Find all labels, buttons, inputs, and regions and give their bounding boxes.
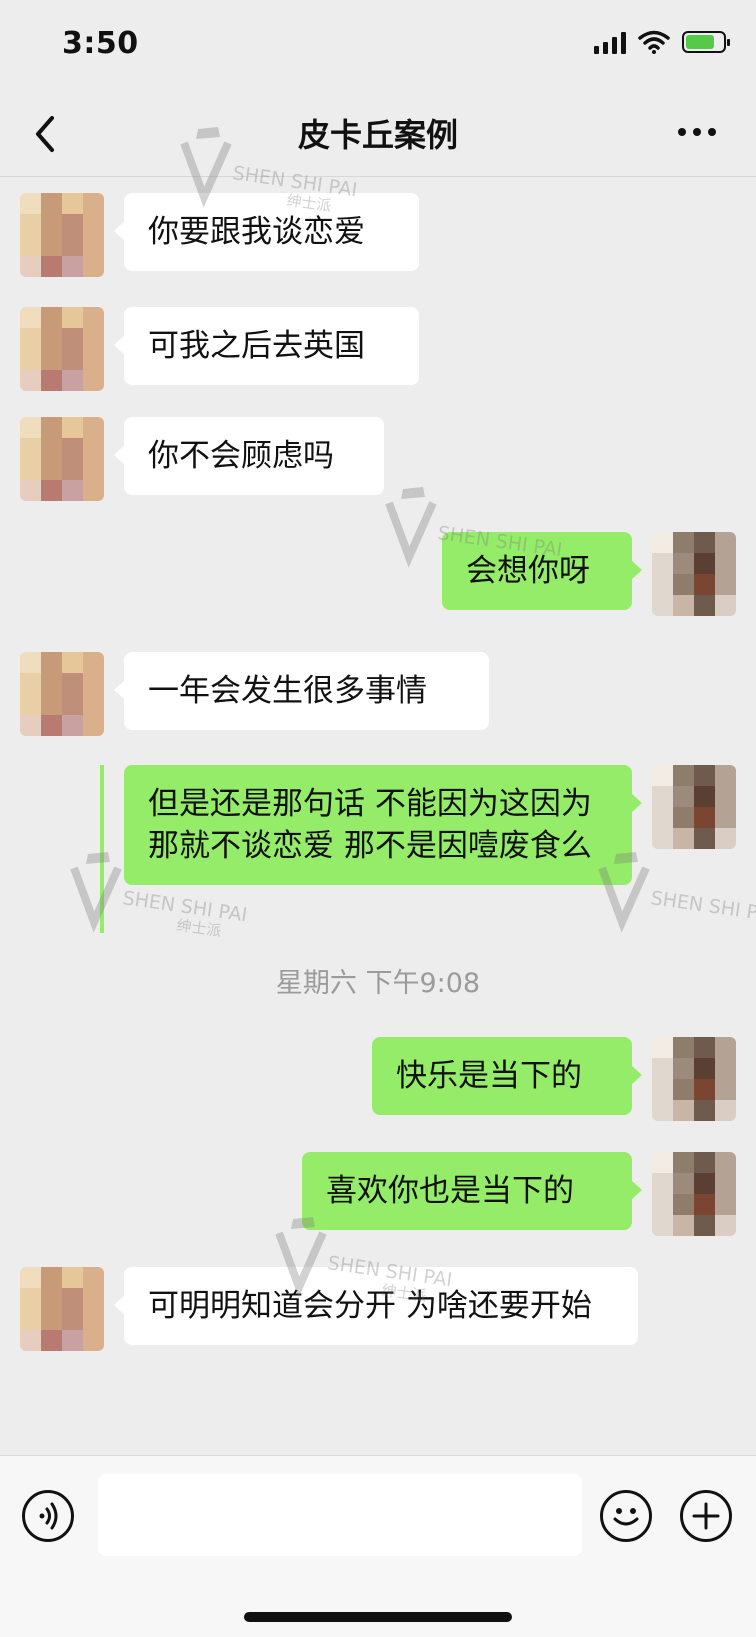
emoji-icon [613, 1508, 639, 1526]
message-timestamp: 星期六 下午9:08 [275, 968, 481, 999]
chat-header: 皮卡丘案例 [0, 92, 756, 176]
message-bubble-outgoing[interactable]: 会想你呀 [442, 532, 642, 610]
selection-marker [100, 765, 104, 933]
message-bubble-outgoing[interactable]: 喜欢你也是当下的 [302, 1152, 642, 1230]
cellular-signal-icon [594, 30, 626, 54]
plus-icon [692, 1502, 720, 1530]
contact-avatar[interactable] [20, 417, 104, 501]
battery-icon [682, 31, 730, 53]
message-list[interactable]: 你要跟我谈恋爱 可我之后去英国 你不会顾虑吗 会想你呀 一年会发生很多事情 但是… [0, 127, 756, 1455]
message-input[interactable] [98, 1474, 582, 1556]
status-icons [594, 30, 730, 54]
voice-button[interactable] [22, 1490, 74, 1542]
more-functions-button[interactable] [680, 1490, 732, 1542]
message-bubble-incoming[interactable]: 一年会发生很多事情 [114, 652, 489, 730]
contact-avatar[interactable] [20, 193, 104, 277]
watermark-text: SHEN SHI PAI [649, 887, 756, 926]
user-avatar[interactable] [652, 765, 736, 849]
more-button[interactable] [678, 120, 726, 144]
chat-title: 皮卡丘案例 [297, 116, 458, 154]
message-bubble-outgoing[interactable]: 但是还是那句话 不能因为这因为那就不谈恋爱 那不是因噎废食么 [124, 765, 642, 885]
input-bar [0, 1455, 756, 1637]
message-bubble-incoming[interactable]: 你不会顾虑吗 [114, 417, 384, 495]
voice-icon [39, 1502, 58, 1530]
wifi-icon [638, 30, 670, 54]
watermark-text-cn: 绅士派 [175, 916, 222, 940]
contact-avatar[interactable] [20, 652, 104, 736]
message-bubble-incoming[interactable]: 你要跟我谈恋爱 [114, 193, 419, 271]
contact-avatar[interactable] [20, 307, 104, 391]
user-avatar[interactable] [652, 1037, 736, 1121]
message-bubble-outgoing[interactable]: 快乐是当下的 [372, 1037, 642, 1115]
status-bar: 3:50 [0, 0, 756, 92]
user-avatar[interactable] [652, 532, 736, 616]
status-time: 3:50 [62, 26, 139, 61]
watermark-text: SHEN SHI PAI [121, 887, 248, 926]
contact-avatar[interactable] [20, 1267, 104, 1351]
user-avatar[interactable] [652, 1152, 736, 1236]
message-bubble-incoming[interactable]: 可明明知道会分开 为啥还要开始 [114, 1267, 638, 1345]
emoji-button[interactable] [600, 1490, 652, 1542]
message-bubble-incoming[interactable]: 可我之后去英国 [114, 307, 419, 385]
more-dots-icon [678, 128, 686, 136]
home-indicator[interactable] [244, 1612, 512, 1622]
